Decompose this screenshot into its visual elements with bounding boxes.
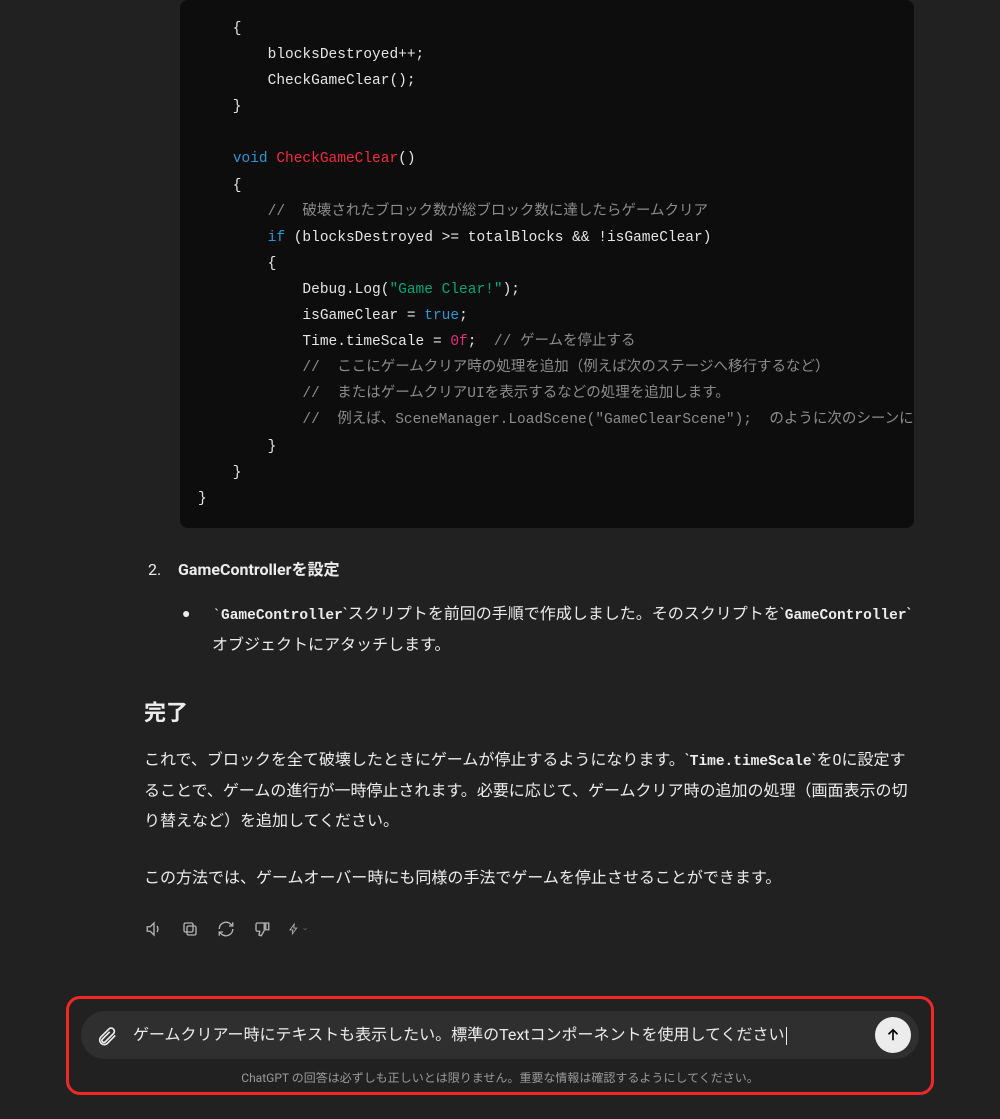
done-heading: 完了 [144, 695, 914, 727]
regenerate-icon[interactable] [216, 919, 236, 939]
composer-highlight: ゲームクリアー時にテキストも表示したい。標準のTextコンポーネントを使用してく… [66, 996, 934, 1095]
model-switch-icon[interactable] [288, 919, 308, 939]
done-paragraph-2: この方法では、ゲームオーバー時にも同様の手法でゲームを停止させることができます。 [144, 863, 914, 893]
thumbs-down-icon[interactable] [252, 919, 272, 939]
step-number: 2. [148, 556, 178, 585]
code-content: { blocksDestroyed++; CheckGameClear(); }… [180, 0, 914, 528]
composer-input[interactable]: ゲームクリアー時にテキストも表示したい。標準のTextコンポーネントを使用してく… [133, 1023, 865, 1047]
step-2: 2. GameControllerを設定 [148, 556, 914, 585]
disclaimer-text: ChatGPT の回答は必ずしも正しいとは限りません。重要な情報は確認するように… [81, 1069, 919, 1086]
done-paragraph-1: これで、ブロックを全て破壊したときにゲームが停止するようになります。`Time.… [144, 745, 914, 837]
text-caret [786, 1027, 787, 1045]
assistant-message: { blocksDestroyed++; CheckGameClear(); }… [0, 0, 1000, 1119]
message-actions [144, 919, 1000, 939]
copy-icon[interactable] [180, 919, 200, 939]
attach-icon[interactable] [91, 1019, 123, 1051]
step-title: GameControllerを設定 [178, 556, 914, 585]
send-button[interactable] [875, 1017, 911, 1053]
composer[interactable]: ゲームクリアー時にテキストも表示したい。標準のTextコンポーネントを使用してく… [81, 1011, 919, 1059]
code-block: { blocksDestroyed++; CheckGameClear(); }… [180, 0, 914, 528]
read-aloud-icon[interactable] [144, 919, 164, 939]
step-2-bullet: ● `GameController`スクリプトを前回の手順で作成しました。そのス… [182, 599, 914, 661]
